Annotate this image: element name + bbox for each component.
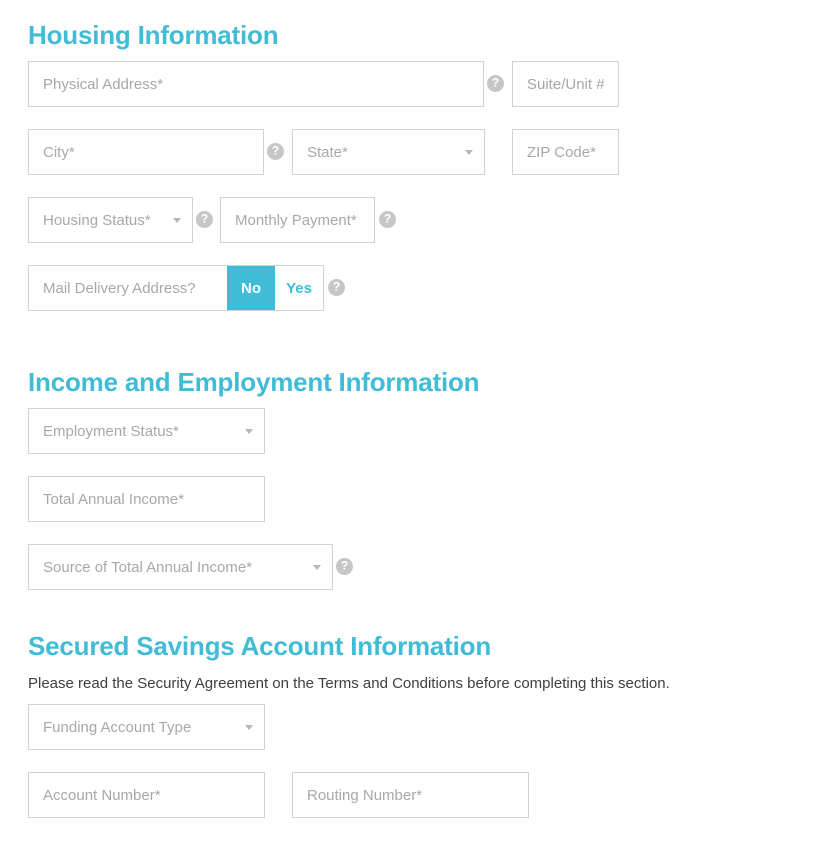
source-of-income-placeholder: Source of Total Annual Income* <box>43 558 253 576</box>
physical-address-placeholder: Physical Address* <box>43 75 164 93</box>
application-form: Housing Information Physical Address* ? … <box>0 0 830 852</box>
suite-unit-placeholder: Suite/Unit # <box>527 75 605 93</box>
savings-section-note: Please read the Security Agreement on th… <box>28 675 670 692</box>
funding-account-type-select[interactable]: Funding Account Type <box>28 704 265 750</box>
help-icon-glyph: ? <box>200 211 209 226</box>
help-icon-housing-status[interactable]: ? <box>196 211 213 228</box>
help-icon-glyph: ? <box>332 279 341 294</box>
section-title-savings: Secured Savings Account Information <box>28 631 492 661</box>
section-title-housing: Housing Information <box>28 20 279 50</box>
mail-delivery-address-toggle-group: Mail Delivery Address? No Yes <box>28 265 324 311</box>
mail-delivery-no-button[interactable]: No <box>227 266 275 310</box>
routing-number-placeholder: Routing Number* <box>307 786 423 804</box>
chevron-down-icon <box>245 725 253 730</box>
housing-status-placeholder: Housing Status* <box>43 211 151 229</box>
city-placeholder: City* <box>43 143 75 161</box>
help-icon-source-of-income[interactable]: ? <box>336 558 353 575</box>
chevron-down-icon <box>245 429 253 434</box>
state-select[interactable]: State* <box>292 129 485 175</box>
monthly-payment-placeholder: Monthly Payment* <box>235 211 357 229</box>
account-number-placeholder: Account Number* <box>43 786 161 804</box>
zip-code-placeholder: ZIP Code* <box>527 143 596 161</box>
help-icon-glyph: ? <box>271 143 280 158</box>
help-icon-monthly-payment[interactable]: ? <box>379 211 396 228</box>
city-input[interactable]: City* <box>28 129 264 175</box>
chevron-down-icon <box>173 218 181 223</box>
help-icon-mail-delivery[interactable]: ? <box>328 279 345 296</box>
employment-status-select[interactable]: Employment Status* <box>28 408 265 454</box>
monthly-payment-input[interactable]: Monthly Payment* <box>220 197 375 243</box>
chevron-down-icon <box>313 565 321 570</box>
section-title-income: Income and Employment Information <box>28 367 480 397</box>
total-annual-income-input[interactable]: Total Annual Income* <box>28 476 265 522</box>
mail-delivery-yes-button[interactable]: Yes <box>275 266 323 310</box>
zip-code-input[interactable]: ZIP Code* <box>512 129 619 175</box>
state-placeholder: State* <box>307 143 348 161</box>
mail-delivery-address-label: Mail Delivery Address? <box>43 279 196 297</box>
routing-number-input[interactable]: Routing Number* <box>292 772 529 818</box>
employment-status-placeholder: Employment Status* <box>43 422 179 440</box>
account-number-input[interactable]: Account Number* <box>28 772 265 818</box>
help-icon-glyph: ? <box>491 75 500 90</box>
total-annual-income-placeholder: Total Annual Income* <box>43 490 184 508</box>
physical-address-input[interactable]: Physical Address* <box>28 61 484 107</box>
housing-status-select[interactable]: Housing Status* <box>28 197 193 243</box>
suite-unit-input[interactable]: Suite/Unit # <box>512 61 619 107</box>
help-icon-glyph: ? <box>340 558 349 573</box>
source-of-income-select[interactable]: Source of Total Annual Income* <box>28 544 333 590</box>
help-icon-glyph: ? <box>383 211 392 226</box>
funding-account-type-placeholder: Funding Account Type <box>43 718 192 736</box>
help-icon-physical-address[interactable]: ? <box>487 75 504 92</box>
chevron-down-icon <box>465 150 473 155</box>
help-icon-city[interactable]: ? <box>267 143 284 160</box>
